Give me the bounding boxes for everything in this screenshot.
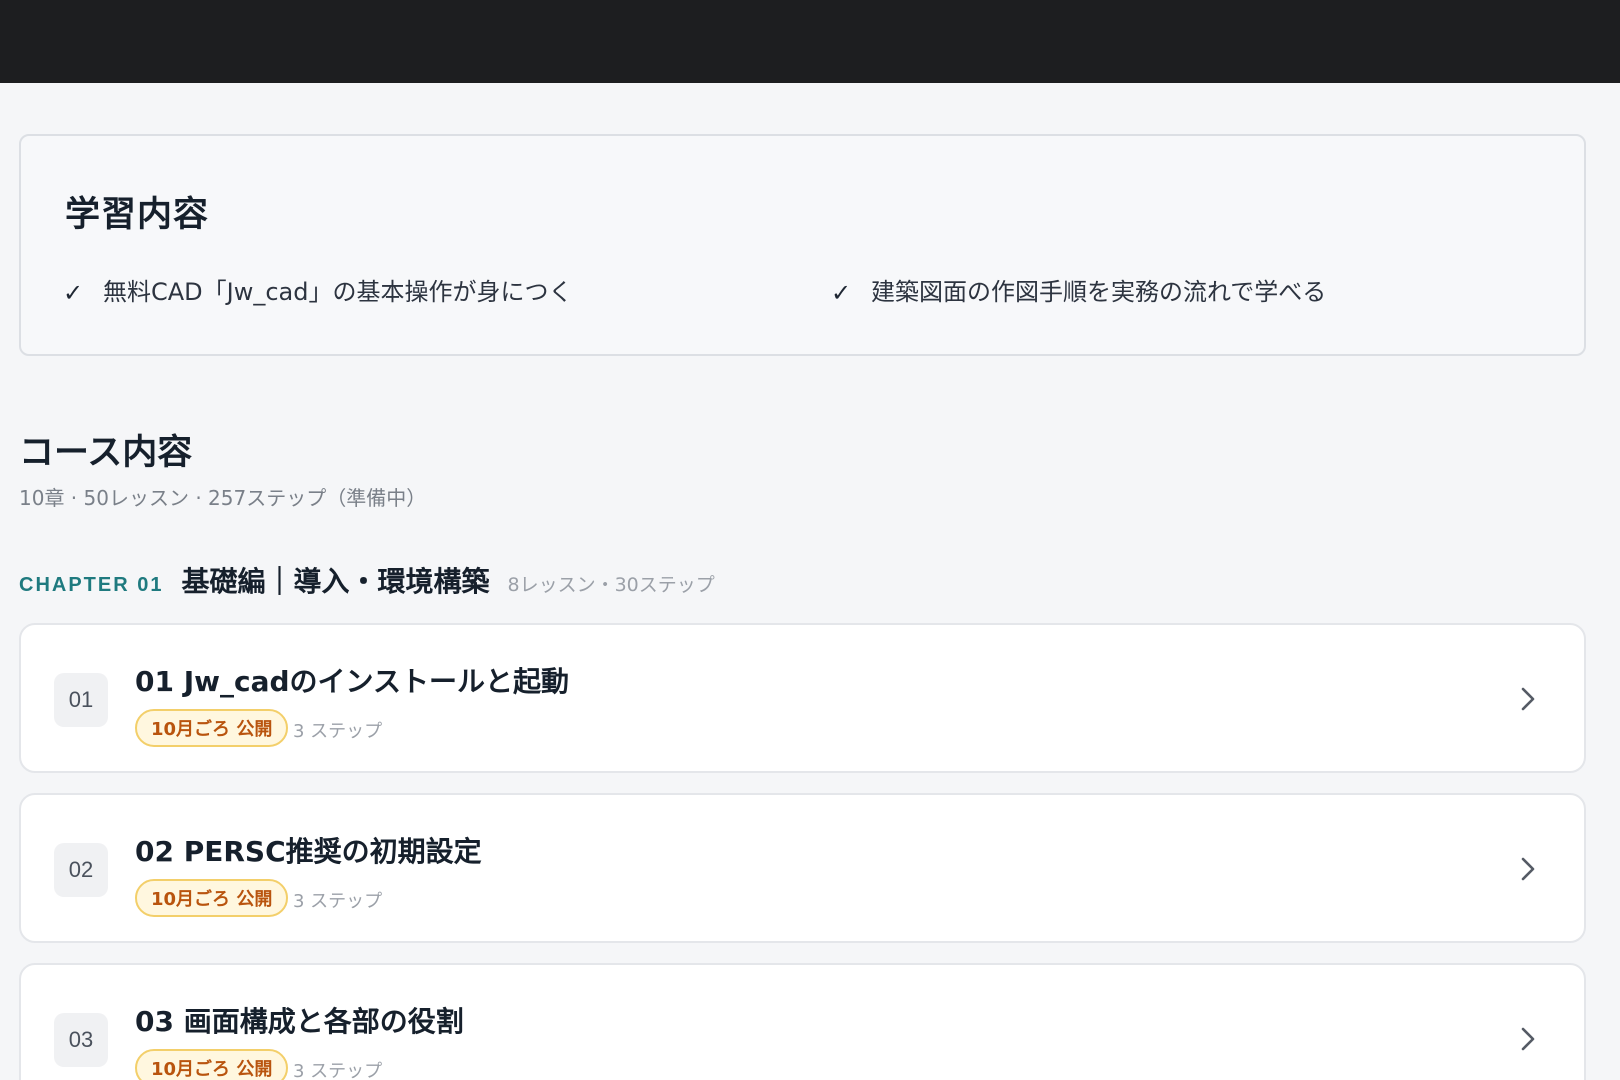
chapter-tag: CHAPTER 01	[19, 574, 164, 596]
learning-item-text: 無料CAD「Jw_cad」の基本操作が身につく	[103, 277, 573, 306]
chevron-right-icon[interactable]	[1510, 1021, 1546, 1057]
course-summary: 10章 · 50レッスン · 257ステップ（準備中）	[19, 486, 427, 510]
chapter-header: CHAPTER 01 基礎編｜導入・環境構築 8レッスン・30ステップ	[19, 560, 715, 600]
lesson-card[interactable]: 02 02 PERSC推奨の初期設定 10月ごろ 公開 3 ステップ	[19, 793, 1586, 943]
release-badge: 10月ごろ 公開	[135, 1049, 289, 1080]
check-icon: ✓	[63, 279, 84, 307]
lesson-number: 03	[54, 1013, 108, 1067]
course-content-title: コース内容	[19, 433, 193, 473]
chevron-right-icon[interactable]	[1510, 851, 1546, 887]
lesson-steps: 3 ステップ	[293, 1061, 383, 1080]
check-icon: ✓	[831, 279, 852, 307]
learning-item: ✓ 無料CAD「Jw_cad」の基本操作が身につく	[63, 271, 573, 308]
lesson-title: 03 画面構成と各部の役割	[135, 1005, 464, 1038]
learning-item-text: 建築図面の作図手順を実務の流れで学べる	[871, 277, 1327, 306]
chapter-name: 基礎編｜導入・環境構築	[181, 565, 490, 598]
lesson-steps: 3 ステップ	[293, 721, 383, 742]
lesson-card[interactable]: 01 01 Jw_cadのインストールと起動 10月ごろ 公開 3 ステップ	[19, 623, 1586, 773]
lesson-number: 01	[54, 673, 108, 727]
lesson-title: 02 PERSC推奨の初期設定	[135, 835, 482, 868]
chapter-meta: 8レッスン・30ステップ	[507, 574, 715, 596]
chevron-right-icon[interactable]	[1510, 681, 1546, 717]
learning-content-card: 学習内容 ✓ 無料CAD「Jw_cad」の基本操作が身につく ✓ 建築図面の作図…	[19, 134, 1586, 356]
release-badge: 10月ごろ 公開	[135, 879, 289, 917]
release-badge: 10月ごろ 公開	[135, 709, 289, 747]
lesson-number: 02	[54, 843, 108, 897]
top-bar	[0, 0, 1620, 83]
learning-item: ✓ 建築図面の作図手順を実務の流れで学べる	[831, 271, 1327, 308]
lesson-card[interactable]: 03 03 画面構成と各部の役割 10月ごろ 公開 3 ステップ	[19, 963, 1586, 1080]
lesson-title: 01 Jw_cadのインストールと起動	[135, 665, 569, 698]
learning-content-title: 学習内容	[65, 195, 210, 235]
lesson-steps: 3 ステップ	[293, 891, 383, 912]
